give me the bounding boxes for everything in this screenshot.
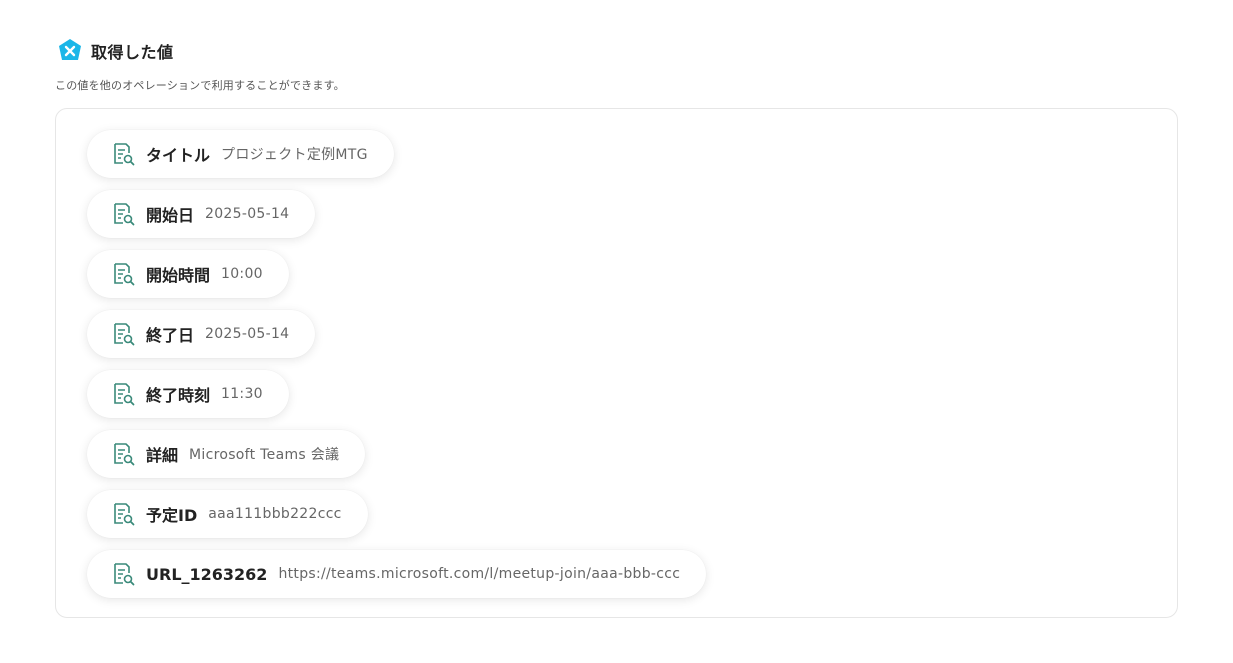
value-text: 10:00: [221, 266, 263, 282]
value-label: 詳細: [146, 446, 179, 465]
value-label: 開始時間: [146, 266, 211, 285]
value-chip-details[interactable]: 詳細 Microsoft Teams 会議: [87, 430, 366, 478]
value-text: Microsoft Teams 会議: [189, 447, 340, 463]
document-search-icon: [113, 562, 135, 586]
values-panel: タイトル プロジェクト定例MTG 開始日 2025-05-14 開始時間 10:…: [55, 108, 1178, 618]
value-label: 終了日: [146, 326, 195, 345]
document-search-icon: [113, 322, 135, 346]
value-chip-url[interactable]: URL_1263262 https://teams.microsoft.com/…: [87, 550, 707, 598]
section-header: 取得した値: [57, 38, 174, 64]
value-label: URL_1263262: [146, 564, 268, 584]
value-chip-event-id[interactable]: 予定ID aaa111bbb222ccc: [87, 490, 368, 538]
document-search-icon: [113, 142, 135, 166]
document-search-icon: [113, 262, 135, 286]
section-title: 取得した値: [91, 43, 174, 62]
value-text: 2025-05-14: [205, 206, 290, 222]
value-chip-start-time[interactable]: 開始時間 10:00: [87, 250, 289, 298]
value-chip-end-date[interactable]: 終了日 2025-05-14: [87, 310, 316, 358]
document-search-icon: [113, 202, 135, 226]
document-search-icon: [113, 442, 135, 466]
value-text: 2025-05-14: [205, 326, 290, 342]
value-text: プロジェクト定例MTG: [221, 147, 368, 163]
value-label: 予定ID: [146, 506, 198, 525]
value-label: 開始日: [146, 206, 195, 225]
section-description: この値を他のオペレーションで利用することができます。: [55, 79, 345, 92]
yoom-logo-icon: [57, 38, 83, 64]
document-search-icon: [113, 382, 135, 406]
value-label: タイトル: [146, 146, 211, 165]
value-chip-end-time[interactable]: 終了時刻 11:30: [87, 370, 289, 418]
value-chip-title[interactable]: タイトル プロジェクト定例MTG: [87, 130, 394, 178]
value-label: 終了時刻: [146, 386, 211, 405]
value-text: aaa111bbb222ccc: [208, 506, 342, 522]
value-chip-start-date[interactable]: 開始日 2025-05-14: [87, 190, 316, 238]
value-text: https://teams.microsoft.com/l/meetup-joi…: [278, 566, 681, 582]
value-text: 11:30: [221, 386, 263, 402]
document-search-icon: [113, 502, 135, 526]
